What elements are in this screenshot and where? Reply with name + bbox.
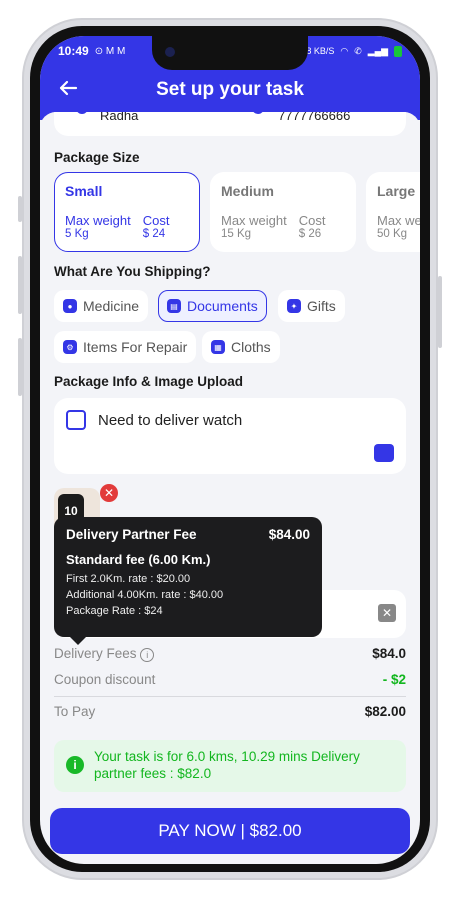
chip-label: Cloths: [231, 339, 271, 355]
status-notification-icons: ⊙ M M: [94, 45, 126, 57]
max-weight-value: 5 Kg: [65, 228, 89, 240]
shipping-title: What Are You Shipping?: [54, 264, 211, 279]
package-info-title: Package Info & Image Upload: [54, 374, 244, 389]
contact-name: Radha: [100, 112, 139, 123]
delivery-fee-label: Delivery Fees: [54, 646, 137, 661]
user-icon: [76, 112, 88, 114]
app-screen: 10:49 ⊙ M M 0.08 KB/S ◠ ✆ ▂▄▆ Set up you…: [40, 36, 420, 864]
page-title: Set up your task: [156, 79, 304, 100]
to-pay-value: $82.00: [364, 704, 406, 719]
repair-icon: ⚙: [63, 340, 77, 354]
delivery-fee-value: $84.0: [372, 646, 406, 661]
remove-image-icon[interactable]: ✕: [100, 484, 118, 502]
chip-label: Medicine: [83, 298, 140, 314]
to-pay-row: To Pay $82.00: [54, 704, 406, 719]
max-weight-value: 50 Kg: [377, 228, 408, 240]
medicine-icon: ●: [63, 299, 77, 313]
shipping-chip-items-for-repair[interactable]: ⚙ Items For Repair: [54, 331, 197, 363]
package-info-input[interactable]: Need to deliver watch: [54, 398, 406, 474]
coupon-discount-row: Coupon discount - $2: [54, 672, 406, 687]
chip-label: Gifts: [307, 298, 336, 314]
size-name: Medium: [221, 183, 274, 199]
coupon-discount-label: Coupon discount: [54, 672, 156, 687]
size-name: Small: [65, 183, 103, 199]
package-size-title: Package Size: [54, 150, 140, 165]
chip-label: Items For Repair: [83, 339, 188, 355]
contact-phone: 7777766666: [278, 112, 351, 123]
document-icon: ▤: [167, 299, 181, 313]
tooltip-title: Delivery Partner Fee: [66, 527, 197, 542]
cost-value: $ 24: [142, 228, 166, 240]
max-weight-value: 15 Kg: [221, 228, 252, 240]
contact-card: Radha 7777766666: [54, 112, 406, 136]
wifi-icon: ◠: [340, 45, 349, 56]
info-icon: i: [66, 756, 84, 774]
cloth-icon: ▦: [211, 340, 225, 354]
max-weight-label: Max weight: [65, 213, 131, 228]
shipping-chip-gifts[interactable]: ✦ Gifts: [278, 290, 345, 322]
pay-now-button[interactable]: PAY NOW | $82.00: [50, 808, 410, 854]
max-weight-label: Max weight: [221, 213, 287, 228]
shipping-chip-medicine[interactable]: ● Medicine: [54, 290, 149, 322]
tooltip-amount: $84.00: [268, 527, 310, 542]
tooltip-line: First 2.0Km. rate : $20.00: [66, 573, 191, 585]
cost-value: $ 26: [298, 228, 322, 240]
tooltip-line: Package Rate : $24: [66, 605, 163, 617]
gift-icon: ✦: [287, 299, 301, 313]
battery-icon: [394, 45, 402, 57]
coupon-discount-value: - $2: [382, 672, 406, 687]
trip-info-banner: i Your task is for 6.0 kms, 10.29 mins D…: [54, 740, 406, 792]
camera-icon: [165, 47, 175, 57]
side-button: [18, 196, 22, 222]
clear-coupon-icon[interactable]: ✕: [378, 604, 396, 622]
size-option-small[interactable]: Small Max weight 5 Kg Cost $ 24: [54, 172, 200, 252]
fee-breakdown-tooltip: Delivery Partner Fee $84.00 Standard fee…: [54, 517, 322, 645]
size-name: Large: [377, 183, 416, 199]
delivery-fee-row: Delivery Fees i $84.0: [54, 646, 406, 662]
package-info-text: Need to deliver watch: [98, 412, 243, 429]
side-button: [18, 338, 22, 396]
cost-label: Cost: [298, 213, 326, 228]
tooltip-subtitle: Standard fee (6.00 Km.): [66, 552, 211, 567]
divider: [54, 696, 406, 697]
shipping-chip-cloths[interactable]: ▦ Cloths: [202, 331, 280, 363]
notch: [152, 36, 308, 70]
info-icon[interactable]: i: [140, 648, 155, 662]
task-form: Radha 7777766666 Package Size Small Max …: [40, 112, 420, 812]
status-time: 10:49: [58, 44, 89, 58]
side-button: [438, 276, 442, 348]
image-upload-icon[interactable]: [374, 444, 394, 462]
calendar-add-icon: [66, 410, 86, 430]
header-bar: 10:49 ⊙ M M 0.08 KB/S ◠ ✆ ▂▄▆ Set up you…: [40, 36, 420, 120]
size-option-medium[interactable]: Medium Max weight 15 Kg Cost $ 26: [210, 172, 356, 252]
size-option-large[interactable]: Large Max we 50 Kg: [366, 172, 420, 252]
to-pay-label: To Pay: [54, 704, 96, 719]
signal-icon: ▂▄▆: [367, 45, 388, 56]
chip-label: Documents: [187, 298, 258, 314]
shipping-chip-documents[interactable]: ▤ Documents: [158, 290, 267, 322]
max-weight-label: Max we: [377, 213, 420, 228]
cost-label: Cost: [142, 213, 170, 228]
side-button: [18, 256, 22, 314]
trip-info-text: Your task is for 6.0 kms, 10.29 mins Del…: [94, 749, 360, 781]
tooltip-line: Additional 4.00Km. rate : $40.00: [66, 589, 224, 601]
phone-icon: [252, 112, 264, 114]
call-icon: ✆: [354, 45, 362, 56]
